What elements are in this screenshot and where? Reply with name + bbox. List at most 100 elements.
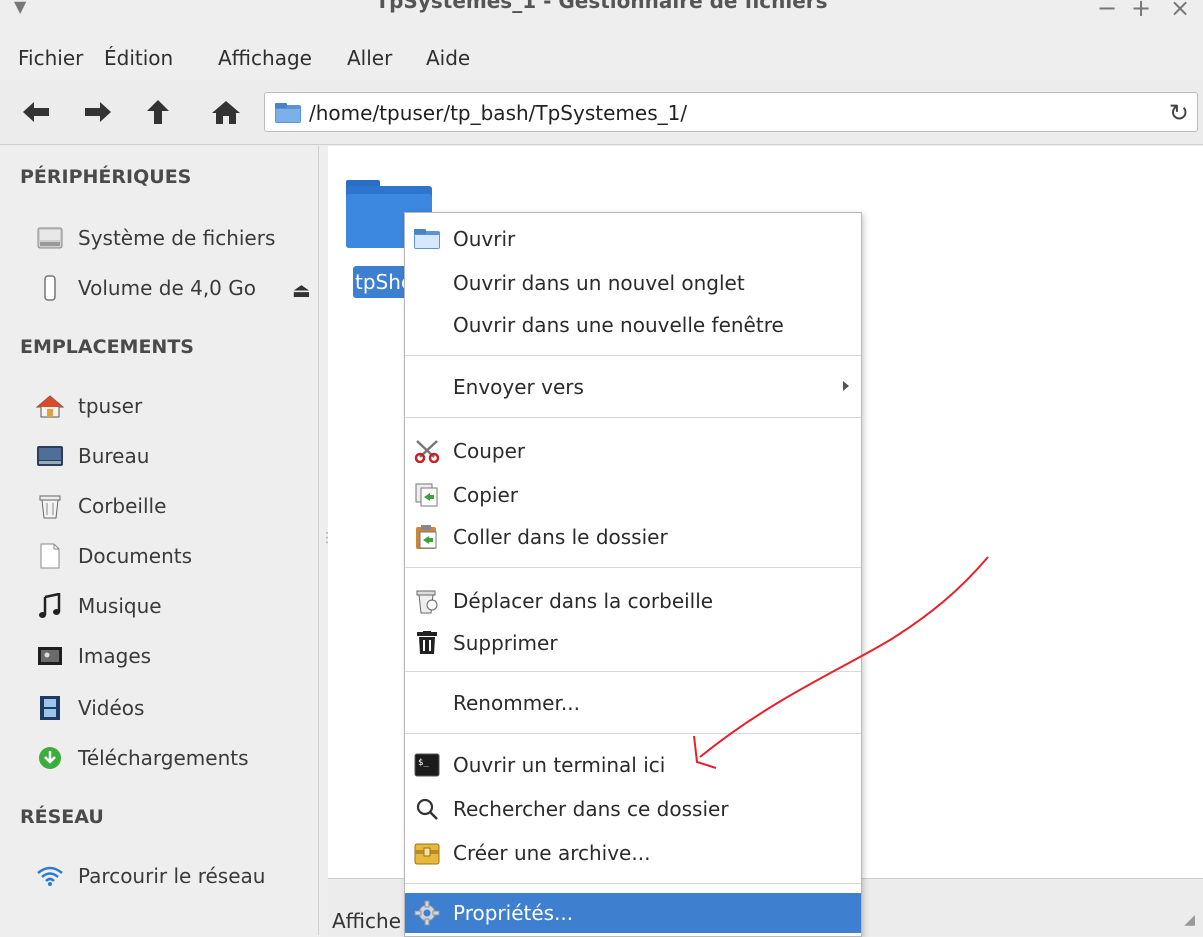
sidebar-item-label: Musique [78, 594, 162, 618]
menu-item-copy[interactable]: Copier [405, 475, 861, 515]
menu-item-ouvrir[interactable]: Ouvrir [405, 219, 861, 259]
home-icon [212, 101, 240, 124]
sidebar-item-network[interactable]: Parcourir le réseau [36, 860, 265, 892]
menu-item-label: Créer une archive... [453, 841, 651, 865]
menu-aller[interactable]: Aller [347, 46, 392, 70]
sidebar-item-label: Parcourir le réseau [78, 864, 266, 888]
image-icon [36, 642, 64, 670]
menu-item-label: Coller dans le dossier [453, 525, 668, 549]
menu-separator [405, 355, 861, 356]
trash-icon [413, 587, 441, 615]
menu-item-label: Couper [453, 439, 526, 463]
sidebar-item-volume[interactable]: Volume de 4,0 Go [36, 272, 256, 304]
menu-affichage[interactable]: Affichage [218, 46, 312, 70]
sidebar-item-musique[interactable]: Musique [36, 590, 162, 622]
folder-icon [413, 225, 441, 253]
arrow-up-icon [147, 100, 169, 124]
desktop-icon [36, 442, 64, 470]
menu-item-label: Déplacer dans la corbeille [453, 589, 714, 613]
menu-item-search[interactable]: Rechercher dans ce dossier [405, 789, 861, 829]
minimize-button[interactable]: − [1097, 0, 1117, 22]
download-icon [36, 744, 64, 772]
sidebar-header-places: EMPLACEMENTS [20, 336, 194, 358]
sidebar-item-images[interactable]: Images [36, 640, 151, 672]
address-path: /home/tpuser/tp_bash/TpSystemes_1/ [309, 101, 688, 125]
sidebar-item-documents[interactable]: Documents [36, 540, 192, 572]
sidebar-item-label: Bureau [78, 444, 150, 468]
menu-item-label: Rechercher dans ce dossier [453, 797, 729, 821]
menu-item-rename[interactable]: Renommer... [405, 683, 861, 723]
sidebar-header-network: RÉSEAU [20, 806, 104, 828]
menu-item-paste[interactable]: Coller dans le dossier [405, 517, 861, 557]
context-menu: Ouvrir Ouvrir dans un nouvel onglet Ouvr… [404, 212, 862, 937]
menu-item-properties[interactable]: Propriétés... [405, 893, 861, 933]
close-button[interactable]: × [1170, 0, 1190, 22]
document-icon [36, 542, 64, 570]
archive-icon [413, 839, 441, 867]
menu-item-label: Ouvrir un terminal ici [453, 753, 666, 777]
menu-bar: Fichier Édition Affichage Aller Aide [0, 40, 1203, 76]
scissors-icon [413, 437, 441, 465]
menu-item-send-to[interactable]: Envoyer vers [405, 367, 861, 407]
menu-edition[interactable]: Édition [104, 46, 173, 70]
menu-item-move-to-trash[interactable]: Déplacer dans la corbeille [405, 581, 861, 621]
sidebar-item-filesystem[interactable]: Système de fichiers [36, 222, 275, 254]
sidebar-item-label: Documents [78, 544, 193, 568]
menu-item-label: Envoyer vers [453, 375, 584, 399]
sidebar-item-label: Volume de 4,0 Go [78, 276, 256, 300]
menu-item-label: Ouvrir [453, 227, 516, 251]
file-name-label[interactable]: tpShell [353, 266, 409, 298]
menu-item-label: Ouvrir dans une nouvelle fenêtre [453, 313, 784, 337]
menu-item-new-tab[interactable]: Ouvrir dans un nouvel onglet [405, 263, 861, 303]
menu-fichier[interactable]: Fichier [18, 46, 83, 70]
sidebar-item-corbeille[interactable]: Corbeille [36, 490, 166, 522]
toolbar: /home/tpuser/tp_bash/TpSystemes_1/ ↻ [0, 80, 1203, 145]
sidebar-item-label: Vidéos [78, 696, 145, 720]
search-icon [413, 795, 441, 823]
menu-item-label: Supprimer [453, 631, 558, 655]
resize-grip-icon[interactable]: ◢ [1184, 912, 1195, 928]
sidebar-item-label: Système de fichiers [78, 226, 276, 250]
usb-drive-icon [36, 274, 64, 302]
menu-item-label: Renommer... [453, 691, 580, 715]
menu-item-delete[interactable]: Supprimer [405, 623, 861, 663]
arrow-left-icon [23, 102, 49, 122]
back-button[interactable] [16, 92, 56, 132]
menu-separator [405, 671, 861, 672]
title-bar: ▼ TpSystemes_1 - Gestionnaire de fichier… [0, 0, 1203, 34]
sidebar-item-label: Corbeille [78, 494, 167, 518]
home-icon [36, 392, 64, 420]
menu-item-label: Copier [453, 483, 518, 507]
menu-item-new-window[interactable]: Ouvrir dans une nouvelle fenêtre [405, 305, 861, 345]
sidebar-item-tpuser[interactable]: tpuser [36, 390, 142, 422]
sidebar-item-bureau[interactable]: Bureau [36, 440, 149, 472]
eject-icon[interactable]: ⏏ [292, 278, 311, 302]
address-bar[interactable]: /home/tpuser/tp_bash/TpSystemes_1/ ↻ [264, 92, 1198, 132]
sidebar-header-devices: PÉRIPHÉRIQUES [20, 166, 192, 188]
paste-icon [413, 523, 441, 551]
sidebar-item-label: tpuser [78, 394, 143, 418]
menu-item-open-terminal[interactable]: $_ Ouvrir un terminal ici [405, 745, 861, 785]
window-title: TpSystemes_1 - Gestionnaire de fichiers [375, 0, 828, 13]
forward-button[interactable] [78, 92, 118, 132]
harddisk-icon [36, 224, 64, 252]
home-button[interactable] [206, 92, 246, 132]
reload-icon[interactable]: ↻ [1169, 99, 1189, 127]
arrow-right-icon [85, 102, 111, 122]
menu-item-cut[interactable]: Couper [405, 431, 861, 471]
sidebar-item-videos[interactable]: Vidéos [36, 692, 144, 724]
menu-item-create-archive[interactable]: Créer une archive... [405, 833, 861, 873]
menu-aide[interactable]: Aide [426, 46, 470, 70]
delete-icon [413, 629, 441, 657]
terminal-icon: $_ [413, 751, 441, 779]
folder-icon [275, 103, 301, 123]
wifi-icon [36, 862, 64, 890]
maximize-button[interactable]: + [1131, 0, 1151, 22]
video-icon [36, 694, 64, 722]
menu-separator [405, 733, 861, 734]
gear-icon [413, 899, 441, 927]
trash-icon [36, 492, 64, 520]
menu-item-label: Propriétés... [453, 901, 574, 925]
sidebar-item-telechargements[interactable]: Téléchargements [36, 742, 249, 774]
up-button[interactable] [138, 92, 178, 132]
